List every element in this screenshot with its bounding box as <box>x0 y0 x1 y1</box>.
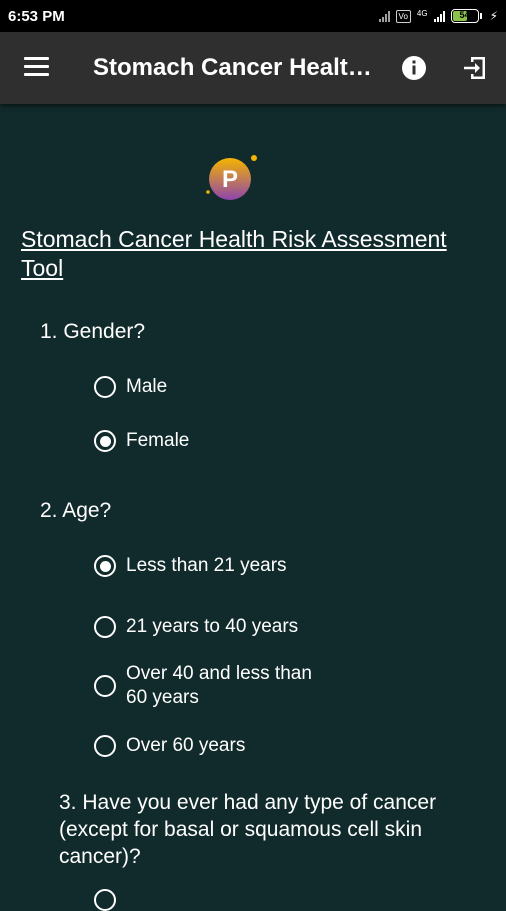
info-icon[interactable] <box>401 55 427 81</box>
network-type-icon: 4G <box>416 9 428 18</box>
option-less-than-21[interactable]: Less than 21 years <box>94 554 287 578</box>
option-21-to-40[interactable]: 21 years to 40 years <box>94 615 298 639</box>
exit-icon[interactable] <box>462 55 488 81</box>
volte-icon: Vo <box>395 9 411 23</box>
battery-level: 54 <box>459 10 470 20</box>
option-male[interactable]: Male <box>94 375 167 399</box>
question-age: 2. Age? <box>40 499 112 522</box>
signal-strong-icon <box>433 10 445 22</box>
status-icons: Vo 4G 54 ⚡ <box>378 9 498 23</box>
question-gender: 1. Gender? <box>40 320 146 343</box>
page-title: Stomach Cancer Health Risk Assessment To… <box>21 226 447 281</box>
radio-selected-icon[interactable] <box>94 430 116 452</box>
radio-unselected-icon[interactable] <box>94 616 116 638</box>
status-bar: 6:53 PM Vo 4G 54 ⚡ <box>0 0 506 32</box>
signal-weak-icon <box>378 10 390 22</box>
option-label: Over 40 and less than 60 years <box>126 663 312 708</box>
hamburger-menu-icon[interactable] <box>24 57 49 77</box>
option-label: Female <box>126 430 190 451</box>
option-label: Male <box>126 376 168 397</box>
option-female[interactable]: Female <box>94 429 189 453</box>
option-40-to-60[interactable]: Over 40 and less than 60 years <box>94 662 336 710</box>
option-label: Over 60 years <box>126 735 246 756</box>
app-title: Stomach Cancer Health Risk Assessment To… <box>93 54 373 81</box>
battery-icon: 54 <box>450 9 482 23</box>
radio-selected-icon[interactable] <box>94 555 116 577</box>
option-label: 21 years to 40 years <box>126 616 299 637</box>
charging-icon: ⚡ <box>489 9 498 23</box>
option-over-60[interactable]: Over 60 years <box>94 734 245 758</box>
logo-letter: P <box>222 166 238 193</box>
option-cancer-first[interactable] <box>94 889 126 911</box>
radio-unselected-icon[interactable] <box>94 889 116 911</box>
radio-unselected-icon[interactable] <box>94 675 116 697</box>
radio-unselected-icon[interactable] <box>94 735 116 757</box>
radio-unselected-icon[interactable] <box>94 376 116 398</box>
app-bar: Stomach Cancer Health Risk Assessment To… <box>0 32 506 104</box>
status-time: 6:53 PM <box>8 7 65 25</box>
app-logo: P <box>206 155 257 200</box>
question-previous-cancer: 3. Have you ever had any type of cancer … <box>59 791 437 868</box>
option-label: Less than 21 years <box>126 555 287 576</box>
